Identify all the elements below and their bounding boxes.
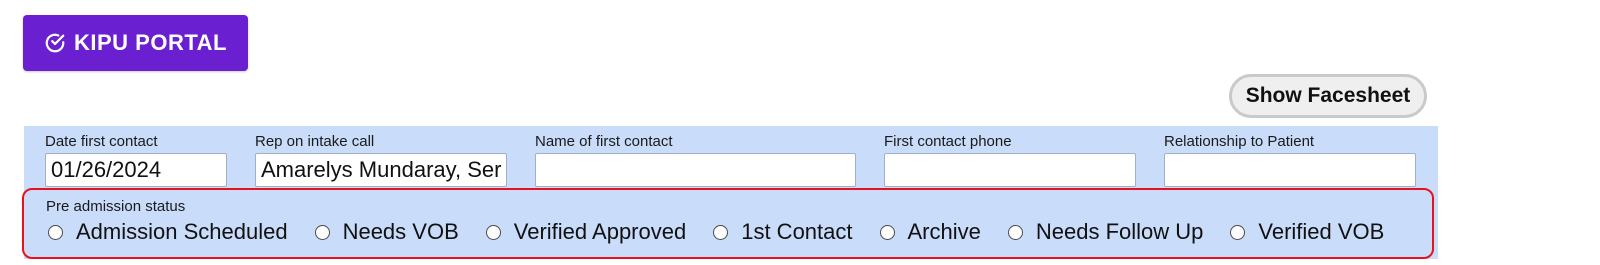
kipu-portal-button[interactable]: KIPU PORTAL bbox=[23, 15, 248, 71]
radio-needs-vob[interactable]: Needs VOB bbox=[314, 219, 459, 245]
radio-label: 1st Contact bbox=[741, 219, 853, 244]
radio-label: Verified Approved bbox=[513, 219, 687, 244]
radio-label: Archive bbox=[907, 219, 981, 244]
show-facesheet-button[interactable]: Show Facesheet bbox=[1229, 74, 1427, 118]
pre-admission-status-label: Pre admission status bbox=[46, 198, 186, 215]
radio-label: Admission Scheduled bbox=[76, 219, 288, 244]
relationship-label: Relationship to Patient bbox=[1164, 133, 1315, 150]
radio-label: Needs Follow Up bbox=[1035, 219, 1204, 244]
relationship-input[interactable] bbox=[1164, 153, 1416, 187]
radio-circle[interactable] bbox=[485, 224, 501, 240]
first-contact-phone-field: First contact phone bbox=[884, 133, 1136, 187]
radio-admission-scheduled[interactable]: Admission Scheduled bbox=[48, 219, 288, 245]
radio-circle[interactable] bbox=[1230, 224, 1246, 240]
rep-on-intake-field: Rep on intake call Amarelys Mundaray, Se… bbox=[255, 133, 507, 187]
date-first-contact-input[interactable]: 01/26/2024 bbox=[45, 153, 227, 187]
rep-on-intake-label: Rep on intake call bbox=[255, 133, 375, 150]
name-first-contact-label: Name of first contact bbox=[535, 133, 673, 150]
radio-needs-follow-up[interactable]: Needs Follow Up bbox=[1007, 219, 1204, 245]
radio-circle[interactable] bbox=[713, 224, 729, 240]
radio-archive[interactable]: Archive bbox=[879, 219, 981, 245]
name-first-contact-input[interactable] bbox=[535, 153, 856, 187]
status-radio-list: Admission Scheduled Needs VOB Verified A… bbox=[48, 219, 1411, 245]
radio-label: Needs VOB bbox=[342, 219, 459, 244]
first-contact-phone-label: First contact phone bbox=[884, 133, 1012, 150]
radio-circle[interactable] bbox=[1007, 224, 1023, 240]
radio-verified-vob[interactable]: Verified VOB bbox=[1230, 219, 1384, 245]
radio-1st-contact[interactable]: 1st Contact bbox=[713, 219, 853, 245]
first-contact-phone-input[interactable] bbox=[884, 153, 1136, 187]
pre-admission-status-group: Pre admission status Admission Scheduled… bbox=[22, 188, 1434, 259]
rep-on-intake-input[interactable]: Amarelys Mundaray, Ser bbox=[255, 153, 507, 187]
name-first-contact-field: Name of first contact bbox=[535, 133, 856, 187]
radio-circle[interactable] bbox=[879, 224, 895, 240]
relationship-field: Relationship to Patient bbox=[1164, 133, 1416, 187]
radio-verified-approved[interactable]: Verified Approved bbox=[485, 219, 687, 245]
radio-circle[interactable] bbox=[48, 224, 63, 240]
radio-circle[interactable] bbox=[314, 224, 330, 240]
radio-label: Verified VOB bbox=[1258, 219, 1385, 244]
date-first-contact-field: Date first contact 01/26/2024 bbox=[45, 133, 227, 187]
check-circle-icon bbox=[45, 33, 65, 53]
kipu-portal-label: KIPU PORTAL bbox=[74, 30, 227, 55]
date-first-contact-label: Date first contact bbox=[45, 133, 158, 150]
